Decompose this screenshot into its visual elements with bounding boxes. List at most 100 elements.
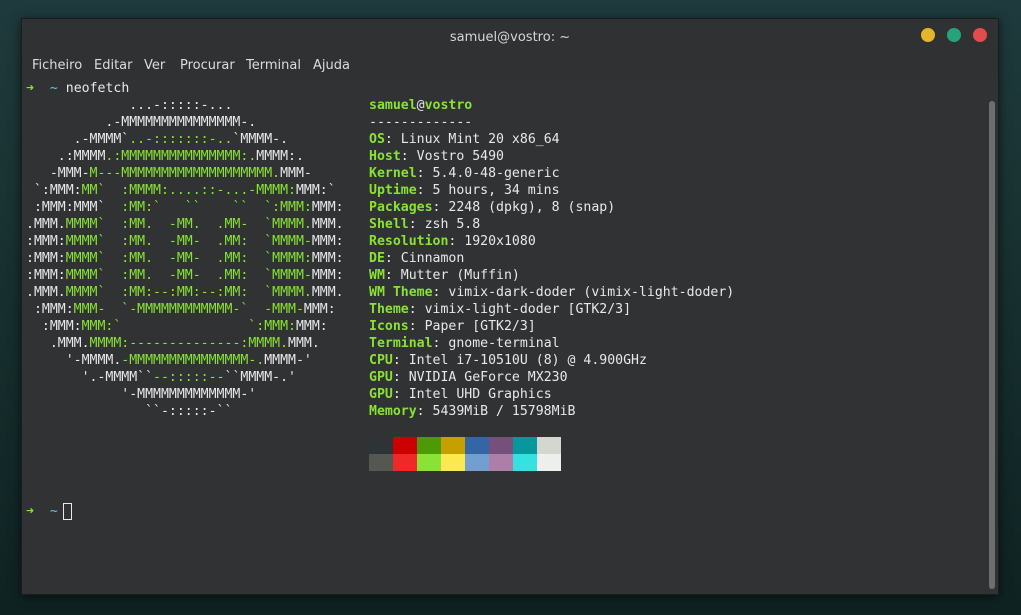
logo-line: :MMM:MMM:` `:MMM:MMM: — [26, 318, 328, 335]
color-swatch — [441, 437, 465, 454]
logo-line: .MMM.MMMM` :MM. -MM. .MM- `MMMM.MMM. — [26, 216, 344, 233]
prompt-dir: ~ — [49, 504, 58, 519]
window-title: samuel@vostro: ~ — [449, 30, 571, 45]
logo-segment: .:MMMMMMMMMMMMMMM:. — [105, 149, 257, 164]
info-value: 2248 (dpkg), 8 (snap) — [448, 200, 616, 215]
info-key: Icons — [369, 319, 409, 334]
logo-segment: MMMM:--------------:MMMM. — [89, 336, 289, 351]
logo-segment: MMM: — [303, 302, 336, 317]
info-key: Host — [369, 149, 401, 164]
title-bar[interactable]: samuel@vostro: ~ — [22, 19, 998, 54]
menu-ver[interactable]: Ver — [144, 58, 165, 73]
logo-segment: MMM- — [280, 166, 312, 181]
logo-line: '-MMMM.-MMMMMMMMMMMMMMM-.MMMM-' — [26, 352, 312, 369]
logo-segment: :MMM: — [26, 319, 82, 334]
minimize-button[interactable] — [921, 28, 935, 42]
logo-line: .:MMMM.:MMMMMMMMMMMMMMM:.MMMM:. — [26, 148, 304, 165]
scrollbar[interactable] — [989, 101, 995, 589]
logo-segment: :MM:` `` `` `:MMM: — [105, 200, 312, 215]
logo-line: :MMM:MMMM` :MM. -MM- .MM: `MMMM:MMM: — [26, 250, 344, 267]
color-swatch — [513, 454, 537, 471]
info-value: Linux Mint 20 x86_64 — [400, 132, 560, 147]
logo-segment: '-MMMM. — [26, 353, 122, 368]
info-separator: ------------- — [369, 115, 473, 130]
logo-line: :MMM:MMM` :MM:` `` `` `:MMM:MMM: — [26, 199, 344, 216]
logo-segment: :MMM: — [26, 268, 66, 283]
color-swatch — [441, 454, 465, 471]
color-swatch — [417, 437, 441, 454]
info-user: samuel — [369, 98, 417, 113]
prompt-dir: ~ — [49, 81, 58, 96]
prompt-line-1: ➜ ~ neofetch — [26, 80, 129, 97]
prompt-line-2: ➜ ~ — [26, 503, 58, 520]
logo-segment: M---MMMMMMMMMMMMMMMMMMM. — [89, 166, 281, 181]
logo-segment: MMMM:. — [256, 149, 304, 164]
logo-line: ``-:::::-`` — [26, 403, 232, 420]
info-row: Resolution: 1920x1080 — [369, 234, 536, 249]
info-key: OS — [369, 132, 385, 147]
logo-line: `:MMM:MM` :MMMM:....::-...-MMMM:MMM:` — [26, 182, 336, 199]
maximize-button[interactable] — [947, 28, 961, 42]
prompt-arrow-icon: ➜ — [26, 504, 34, 519]
color-swatch — [489, 454, 513, 471]
info-key: Terminal — [369, 336, 433, 351]
logo-segment: MMM: — [311, 234, 344, 249]
logo-segment: ``MMMM-.' — [224, 370, 296, 385]
info-value: Intel i7-10510U (8) @ 4.900GHz — [408, 353, 647, 368]
info-value: 1920x1080 — [464, 234, 536, 249]
menu-ajuda[interactable]: Ajuda — [313, 58, 350, 73]
info-row: Packages: 2248 (dpkg), 8 (snap) — [369, 200, 616, 215]
logo-segment: ..-:::::::-.. — [129, 132, 233, 147]
color-swatch — [465, 454, 489, 471]
logo-segment: MMM. — [311, 285, 344, 300]
info-title: samuel@vostro — [369, 97, 472, 114]
info-row: GPU: NVIDIA GeForce MX230 — [369, 370, 568, 385]
logo-segment: .:MMMM — [26, 149, 106, 164]
logo-segment: -MMM- — [26, 166, 90, 181]
logo-segment: MMM: — [295, 319, 328, 334]
logo-segment: -MMMMMMMMMMMMMMM-. — [121, 353, 265, 368]
info-row: Kernel: 5.4.0-48-generic — [369, 166, 560, 181]
logo-segment: .-MMMMMMMMMMMMMMM-. — [26, 115, 257, 130]
scrollbar-thumb[interactable] — [989, 101, 995, 589]
menu-ficheiro[interactable]: Ficheiro — [32, 58, 82, 73]
logo-segment: .MMM. — [26, 285, 66, 300]
logo-segment: ``-:::::-`` — [26, 404, 233, 419]
info-key: CPU — [369, 353, 393, 368]
info-row: OS: Linux Mint 20 x86_64 — [369, 132, 560, 147]
menu-editar[interactable]: Editar — [94, 58, 133, 73]
logo-segment: MM` :MMMM:....::-...-MMMM: — [81, 183, 296, 198]
menu-procurar[interactable]: Procurar — [180, 58, 235, 73]
color-swatch — [417, 454, 441, 471]
info-key: Kernel — [369, 166, 417, 181]
color-swatch — [513, 437, 537, 454]
logo-segment: MMM:` — [295, 183, 336, 198]
terminal-area[interactable]: ➜ ~ neofetch ...-:::::-... .-MMMMMMMMMMM… — [22, 78, 998, 594]
logo-segment: MMMM` :MM. -MM. .MM- `MMMM. — [65, 217, 312, 232]
info-row: WM Theme: vimix-dark-doder (vimix-light-… — [369, 285, 735, 300]
logo-line: .MMM.MMMM:--------------:MMMM.MMM. — [26, 335, 320, 352]
menu-terminal[interactable]: Terminal — [246, 58, 301, 73]
info-row: Shell: zsh 5.8 — [369, 217, 481, 232]
info-row: Uptime: 5 hours, 34 mins — [369, 183, 560, 198]
info-key: Theme — [369, 302, 409, 317]
close-button[interactable] — [973, 28, 987, 42]
logo-segment: MMM:` `:MMM: — [81, 319, 296, 334]
logo-line: .MMM.MMMM` :MM:--:MM:--:MM: `MMMM.MMM. — [26, 284, 344, 301]
logo-segment: `:MMM: — [26, 183, 82, 198]
prompt-arrow-icon: ➜ — [26, 81, 34, 96]
info-value: Intel UHD Graphics — [408, 387, 552, 402]
logo-segment: MMM. — [288, 336, 320, 351]
logo-line: .-MMMMMMMMMMMMMMM-. — [26, 114, 256, 131]
logo-segment: MMM: — [311, 268, 344, 283]
logo-segment: MMM. — [311, 217, 344, 232]
logo-segment: :MMM: — [26, 302, 74, 317]
logo-segment: MMMM-' — [264, 353, 312, 368]
info-value: 5 hours, 34 mins — [432, 183, 560, 198]
info-row: DE: Cinnamon — [369, 251, 465, 266]
color-swatch — [489, 437, 513, 454]
color-swatch — [393, 454, 417, 471]
info-value: Paper [GTK2/3] — [424, 319, 536, 334]
info-key: DE — [369, 251, 385, 266]
logo-line: :MMM:MMMM` :MM. -MM- .MM: `MMMM-MMM: — [26, 233, 344, 250]
